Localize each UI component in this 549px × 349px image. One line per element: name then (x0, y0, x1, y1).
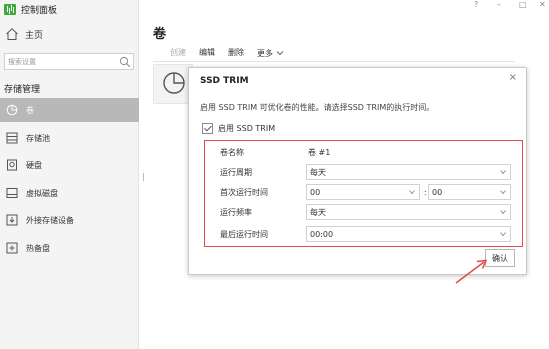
search-placeholder: 搜索设置 (8, 57, 36, 66)
delete-button[interactable]: 删除 (228, 47, 244, 59)
hot-spare-icon (6, 242, 18, 254)
run-frequency-label: 运行频率 (220, 207, 252, 217)
chevron-down-icon (500, 210, 506, 215)
last-run-time-value: 00:00 (310, 229, 334, 239)
sidebar-item-volume[interactable]: 卷 (0, 98, 139, 122)
chevron-down-icon (500, 190, 506, 195)
annotation-arrow-icon (455, 259, 488, 284)
sidebar-item-external-storage[interactable]: 外接存储设备 (0, 208, 139, 232)
control-panel-icon (4, 3, 16, 15)
sidebar-item-storage-pool[interactable]: 存储池 (0, 126, 139, 150)
enable-ssd-trim-label: 启用 SSD TRIM (218, 124, 276, 133)
app-title: 控制面板 (21, 5, 58, 16)
volume-name-label: 卷名称 (220, 147, 244, 157)
minimize-button[interactable]: – (497, 0, 501, 10)
virtual-disk-icon (6, 188, 18, 198)
ssd-trim-dialog: SSD TRIM × 启用 SSD TRIM 可优化卷的性能。请选择SSD TR… (188, 67, 527, 275)
search-icon[interactable] (119, 56, 131, 68)
time-separator: : (424, 187, 427, 197)
search-input[interactable]: 搜索设置 (4, 53, 134, 70)
first-run-minute-value: 00 (432, 187, 443, 197)
sidebar-item-label: 热备盘 (26, 243, 50, 253)
close-window-button[interactable]: ✕ (539, 0, 546, 10)
dialog-description: 启用 SSD TRIM 可优化卷的性能。请选择SSD TRIM的执行时间。 (200, 103, 435, 112)
storage-pool-icon (6, 132, 18, 144)
sidebar-item-label: 存储池 (26, 133, 50, 143)
first-run-minute-select[interactable]: 00 (428, 184, 511, 200)
volume-name-value: 卷 #1 (308, 147, 331, 157)
home-label: 主页 (25, 30, 44, 41)
maximize-button[interactable]: □ (519, 0, 527, 10)
chevron-down-icon (500, 232, 506, 237)
run-frequency-value: 每天 (310, 207, 326, 217)
sidebar-item-virtual-disk[interactable]: 虚拟磁盘 (0, 181, 139, 205)
help-button[interactable]: ? (474, 0, 478, 10)
last-run-time-select[interactable]: 00:00 (306, 226, 511, 242)
volume-card[interactable] (153, 64, 193, 104)
close-icon[interactable]: × (509, 72, 517, 83)
run-period-value: 每天 (310, 167, 326, 177)
home-icon (6, 28, 18, 40)
chevron-down-icon (500, 170, 506, 175)
hard-disk-icon (7, 159, 17, 171)
run-period-label: 运行周期 (220, 167, 252, 177)
checkbox-checked-icon[interactable] (202, 123, 213, 134)
more-menu[interactable]: 更多 (257, 47, 284, 59)
sidebar-item-label: 硬盘 (26, 160, 42, 170)
last-run-time-label: 最后运行时间 (220, 229, 268, 239)
sidebar-item-hard-disk[interactable]: 硬盘 (0, 153, 139, 177)
sidebar-item-hot-spare[interactable]: 热备盘 (0, 236, 139, 260)
toolbar: 创建 编辑 删除 更多 (170, 47, 284, 59)
pie-chart-icon (6, 104, 18, 116)
first-run-time-label: 首次运行时间 (220, 187, 268, 197)
sidebar-item-label: 外接存储设备 (26, 215, 74, 225)
toolbar-divider (153, 61, 515, 62)
sidebar-item-label: 卷 (26, 105, 34, 115)
run-frequency-select[interactable]: 每天 (306, 204, 511, 220)
sidebar-item-label: 虚拟磁盘 (26, 188, 58, 198)
enable-ssd-trim-checkbox[interactable]: 启用 SSD TRIM (202, 123, 275, 134)
app-header: 控制面板 (0, 0, 139, 18)
edit-button[interactable]: 编辑 (199, 47, 215, 59)
page-title: 卷 (153, 27, 167, 42)
first-run-hour-value: 00 (310, 187, 321, 197)
chevron-down-icon (276, 51, 284, 56)
first-run-hour-select[interactable]: 00 (306, 184, 420, 200)
run-period-select[interactable]: 每天 (306, 164, 511, 180)
home-nav-item[interactable]: 主页 (0, 24, 139, 44)
chevron-down-icon (409, 190, 415, 195)
external-storage-icon (6, 214, 18, 226)
dialog-title: SSD TRIM (200, 76, 249, 86)
storage-section-title: 存储管理 (4, 85, 41, 95)
more-label: 更多 (257, 48, 273, 58)
pie-chart-icon (163, 72, 185, 94)
sidebar: 控制面板 主页 搜索设置 存储管理 卷 存储池 硬盘 虚拟磁盘 外接存储设备 热… (0, 0, 139, 349)
pane-splitter[interactable] (143, 173, 144, 181)
create-button[interactable]: 创建 (170, 47, 186, 59)
